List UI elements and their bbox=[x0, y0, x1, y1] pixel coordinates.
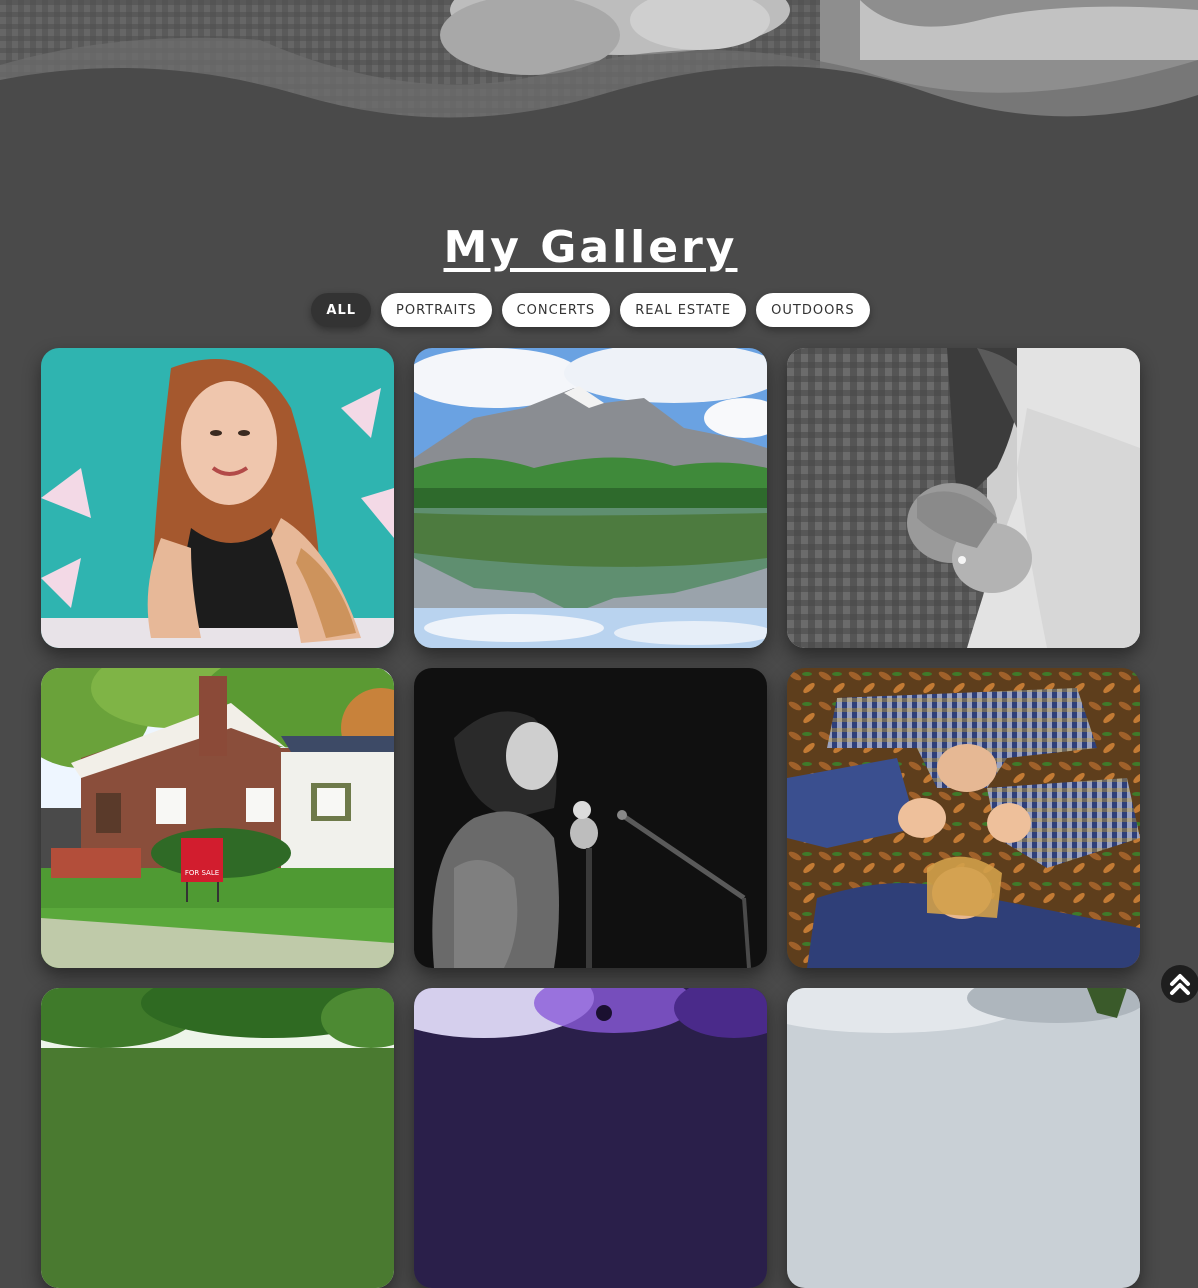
gallery-image-couple[interactable] bbox=[787, 348, 1140, 648]
gallery-image-portrait[interactable] bbox=[41, 348, 394, 648]
back-to-top-button[interactable] bbox=[1161, 965, 1198, 1003]
gallery-image-house[interactable]: FOR SALE bbox=[41, 668, 394, 968]
filter-concerts-button[interactable]: CONCERTS bbox=[501, 293, 611, 327]
gallery-image-trees[interactable] bbox=[41, 988, 394, 1288]
gallery-filters: ALL PORTRAITS CONCERTS REAL ESTATE OUTDO… bbox=[0, 293, 1181, 327]
double-chevron-up-icon bbox=[1170, 974, 1190, 995]
gallery-image-mountain-lake[interactable] bbox=[414, 348, 767, 648]
gallery-image-sky[interactable] bbox=[787, 988, 1140, 1288]
gallery-grid: FOR SALE bbox=[41, 348, 1140, 1288]
for-sale-sign-text: FOR SALE bbox=[185, 869, 219, 877]
gallery-image-family[interactable] bbox=[787, 668, 1140, 968]
filter-real-estate-button[interactable]: REAL ESTATE bbox=[620, 293, 747, 327]
gallery-image-singer[interactable] bbox=[414, 668, 767, 968]
gallery-title: My Gallery bbox=[443, 222, 738, 273]
filter-all-button[interactable]: ALL bbox=[311, 293, 372, 327]
filter-outdoors-button[interactable]: OUTDOORS bbox=[756, 293, 870, 327]
hero-image bbox=[0, 0, 1198, 150]
filter-portraits-button[interactable]: PORTRAITS bbox=[381, 293, 492, 327]
gallery-image-concert-lights[interactable] bbox=[414, 988, 767, 1288]
